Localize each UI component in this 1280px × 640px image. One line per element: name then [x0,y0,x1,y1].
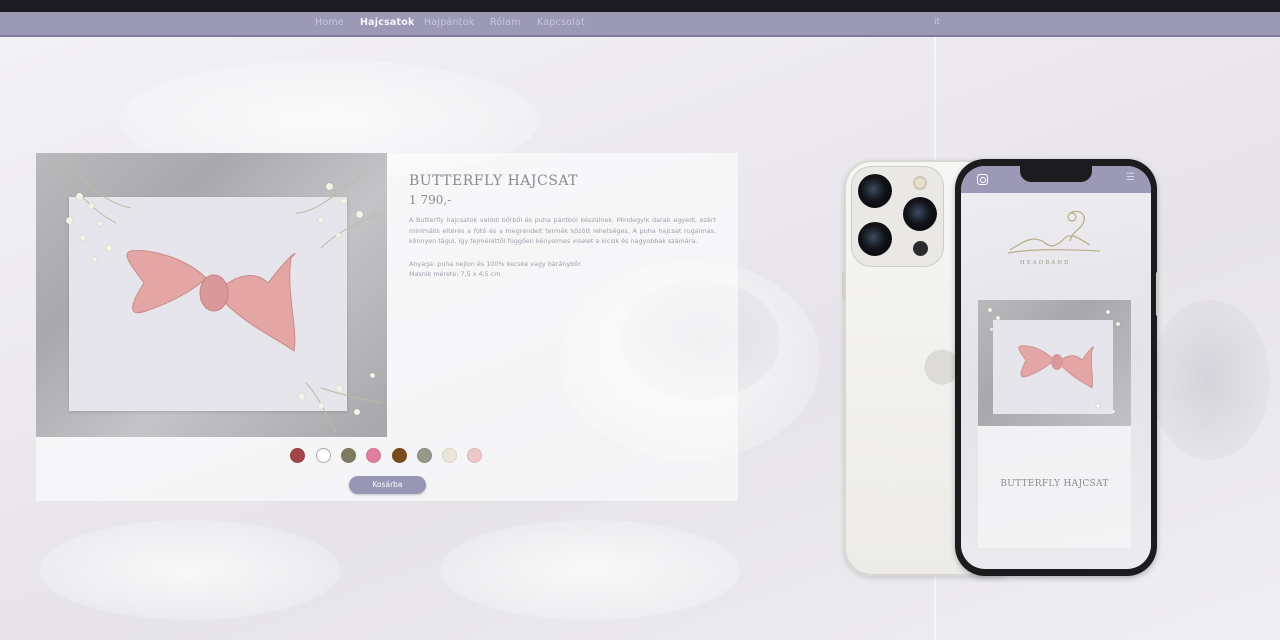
mobile-product-title: BUTTERFLY HAJCSAT [1000,479,1109,489]
product-price: 1 790,- [409,193,452,207]
navigation-bar: Home Hajcsatok Hajpántok Rólam Kapcsolat… [0,12,1280,37]
hamburger-menu-icon[interactable]: ☰ [1126,173,1136,183]
color-swatch-pink[interactable] [366,448,381,463]
background-fold [440,520,740,620]
color-swatch-red[interactable] [290,448,305,463]
flash-icon [913,176,927,190]
product-title: BUTTERFLY HAJCSAT [409,173,579,189]
product-image [36,153,387,437]
camera-lens-icon [903,197,937,231]
headband-logo-text: HEADBAND [1020,260,1071,266]
phone-notch [1020,163,1092,182]
product-size: Masnik mérete: 7,5 x 4,5 cm [409,270,501,278]
nav-item-kapcsolat[interactable]: Kapcsolat [537,17,585,28]
butterfly-bow-image [55,153,382,434]
color-swatch-cream[interactable] [442,448,457,463]
nav-item-hajcsatok[interactable]: Hajcsatok [360,17,415,28]
mobile-product-image [978,300,1131,426]
headband-logo-icon [1007,210,1101,254]
add-to-cart-button[interactable]: Kosárba [349,476,426,494]
side-button [842,272,845,300]
lidar-icon [913,241,928,256]
nav-item-home[interactable]: Home [315,17,344,28]
color-swatch-light-pink[interactable] [467,448,482,463]
browser-top-strip [0,0,1280,12]
nav-item-rolam[interactable]: Rólam [490,17,521,28]
camera-lens-icon [858,174,892,208]
nav-item-hajpantok[interactable]: Hajpántok [424,17,474,28]
color-swatch-brown[interactable] [392,448,407,463]
color-swatch-gray[interactable] [417,448,432,463]
background-fold [40,520,340,620]
product-description: A Butterfly hajcsatok valódi bőrből és p… [409,216,716,246]
background-shadow [1150,300,1270,460]
camera-lens-icon [858,222,892,256]
color-swatch-white[interactable] [316,448,331,463]
side-button [1156,272,1159,316]
nav-extra-text: it [934,17,941,27]
product-material: Anyaga: puha nejlon és 100% kecske vagy … [409,260,583,268]
instagram-icon[interactable] [977,174,988,185]
color-swatch-olive[interactable] [341,448,356,463]
